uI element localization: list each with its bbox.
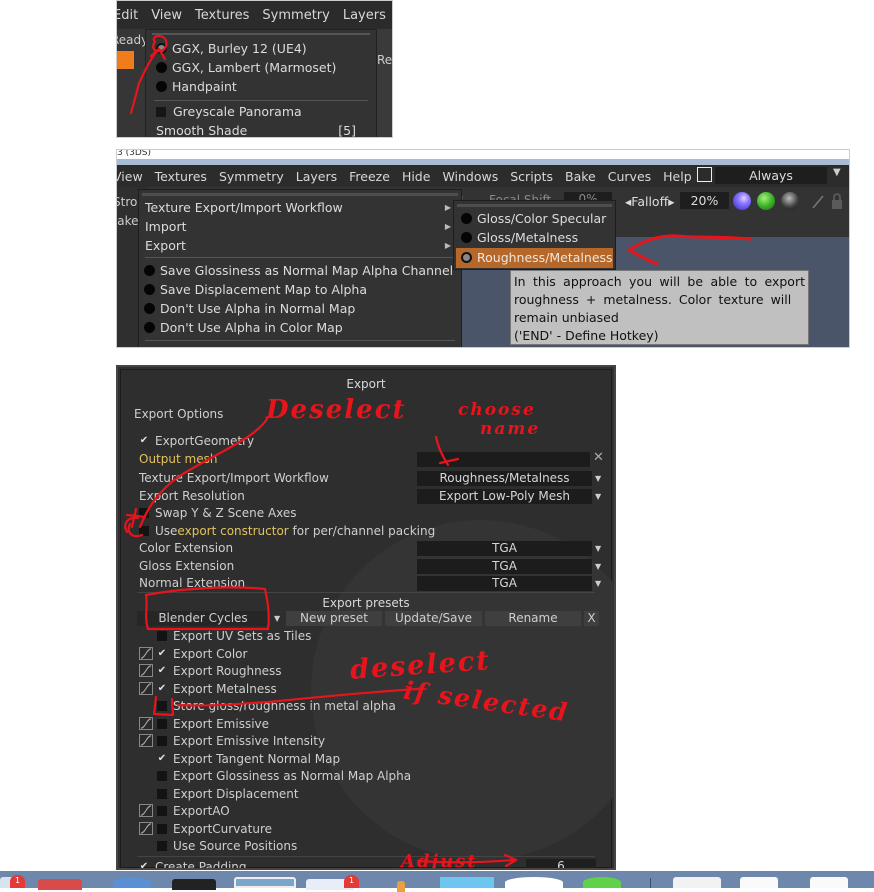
dock-app-icon[interactable] [505,877,563,888]
render-mode-menu-screenshot: Edit View Textures Symmetry Layers Freez… [116,0,393,138]
annotation-adjust-text: Adjust [401,851,478,870]
preferences-menu-screenshot: 3 (3DS) View Textures Symmetry Layers Fr… [116,149,850,348]
dock-app-icon[interactable] [673,877,721,888]
annotation-line-metalness [176,687,420,707]
annotation-deselect-text: Deselect [266,395,407,425]
red-annotation-circle-arrow [129,34,168,115]
red-annotations [124,415,518,868]
annotation-arrow-name [434,435,460,467]
dock-app-icon[interactable] [113,877,151,888]
notification-badge: 1 [344,875,359,888]
notification-badge: 1 [10,875,25,888]
annotation-box-preset [144,586,270,631]
dock-app-icon[interactable] [397,881,405,892]
dock-app-icon[interactable] [38,879,82,890]
dock-app-icon[interactable] [234,877,296,888]
annotation-arrow [627,234,752,266]
export-dialog-screenshot: Export Export Options ✔ ExportGeometry O… [116,365,616,870]
dock-app-icon[interactable] [172,879,216,890]
annotation-name-text: name [480,419,541,439]
annotation-line [129,49,159,115]
red-annotation-arrow [627,234,752,266]
annotation-choose-text: choose [458,400,536,420]
dock-document-icon[interactable] [740,877,778,888]
annotation-line-deselect [138,415,270,529]
annotation-box-store-gloss [152,695,175,717]
dock-separator [650,878,651,888]
dock-app-icon[interactable] [583,877,621,888]
dock-document-icon[interactable] [810,877,848,888]
dock-app-icon[interactable] [440,877,494,888]
